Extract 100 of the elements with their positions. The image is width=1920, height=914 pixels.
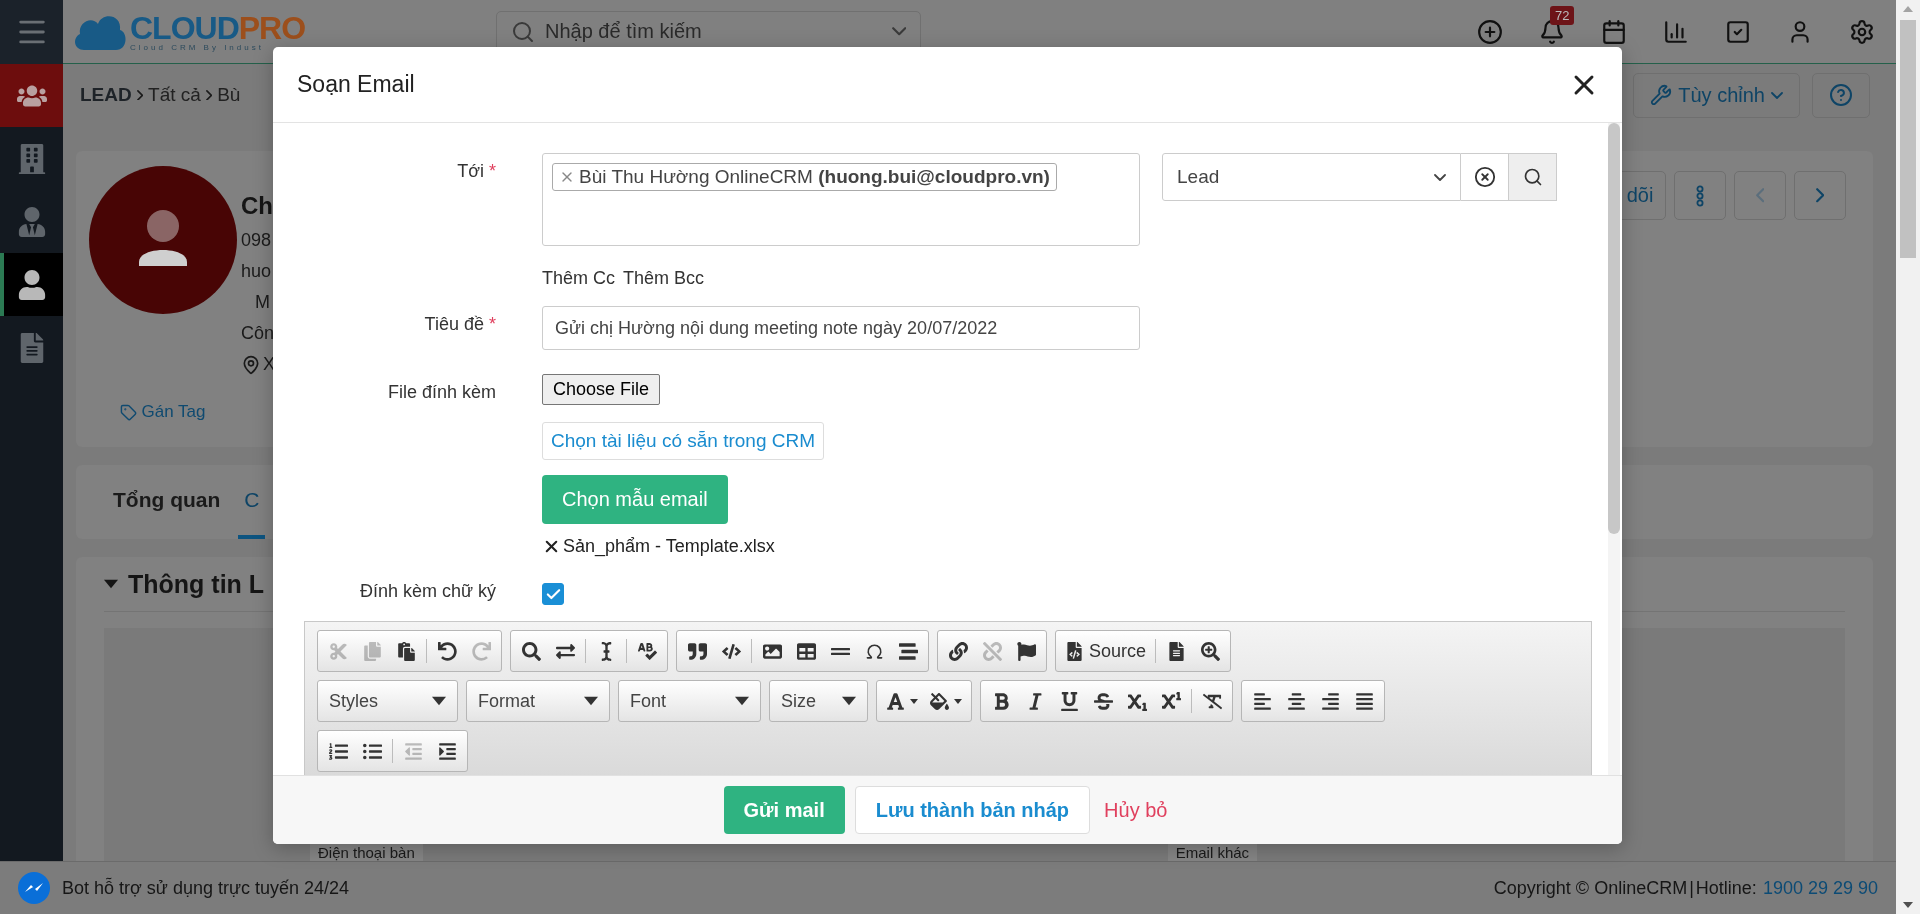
quote-icon <box>687 641 707 661</box>
field-label: File đính kèm <box>386 381 496 403</box>
cc-link[interactable]: Thêm Bcc <box>623 268 705 289</box>
choose-file-button[interactable]: Choose File <box>542 374 661 405</box>
chart-icon <box>1663 18 1689 45</box>
search-button[interactable] <box>1509 153 1557 201</box>
sidebar-item[interactable] <box>0 253 63 316</box>
chevron-left-icon <box>1755 188 1765 203</box>
bell-icon <box>1539 18 1565 45</box>
caret-icon <box>584 696 598 706</box>
toolbar-dropdown[interactable]: Format <box>470 682 606 720</box>
customize-button[interactable]: Tùy chỉnh <box>1633 72 1800 118</box>
crm-documents-button[interactable]: Chọn tài liệu có sẵn trong CRM <box>542 422 824 460</box>
field-label: Tới * <box>456 160 496 182</box>
tab[interactable]: Tổng quan <box>95 465 239 539</box>
paste-icon <box>396 641 416 661</box>
code-icon <box>721 641 741 661</box>
toolbar-dropdown[interactable]: Font <box>622 682 757 720</box>
chat-bot-text[interactable]: Bot hỗ trợ sử dụng trực tuyến 24/24 <box>62 877 350 899</box>
caret-icon <box>910 698 918 704</box>
map-pin-icon <box>241 354 261 375</box>
source-button[interactable]: Source <box>1059 634 1153 668</box>
redo-icon <box>471 641 491 661</box>
contact-name: Ch <box>241 192 274 220</box>
caret-icon[interactable] <box>104 579 118 589</box>
flag-icon <box>1016 641 1036 661</box>
contact-detail: Côn <box>241 323 275 344</box>
hotline-link[interactable]: 1900 29 29 90 <box>1762 877 1878 899</box>
spell-check-icon <box>637 641 657 661</box>
preview-icon <box>1200 641 1220 661</box>
align-left-icon <box>1252 691 1272 711</box>
field-label: Đính kèm chữ ký <box>358 580 496 602</box>
module-select[interactable]: Lead <box>1162 153 1461 201</box>
fill-color-icon <box>930 691 949 711</box>
template-button[interactable]: Chọn mẫu email <box>542 475 728 524</box>
breadcrumb-link[interactable]: Bù <box>217 84 241 106</box>
section-title: Thông tin L <box>128 569 265 599</box>
signature-checkbox[interactable] <box>542 583 564 605</box>
contact-detail: huo <box>241 261 273 282</box>
link-icon <box>948 641 968 661</box>
more-button[interactable] <box>1674 171 1726 220</box>
breadcrumb-link[interactable]: Tất cả <box>148 84 201 106</box>
user-icon <box>16 269 47 300</box>
subscript-icon <box>1127 691 1147 711</box>
align-center-icon <box>1286 691 1306 711</box>
hotline-label: Hotline: <box>1695 877 1757 899</box>
dialog-title: Soạn Email <box>297 71 415 98</box>
chevron-right-icon <box>205 89 213 101</box>
clear-icon <box>1473 166 1496 188</box>
settings-icon <box>1849 18 1875 45</box>
user-tie-icon <box>16 206 47 237</box>
chevron-right-icon <box>136 89 144 101</box>
messenger-icon[interactable] <box>18 872 50 904</box>
tag-icon <box>119 403 137 421</box>
help-button[interactable] <box>1812 72 1870 118</box>
search-icon <box>511 19 535 44</box>
superscript-icon <box>1161 691 1181 711</box>
caret-icon <box>954 698 962 704</box>
bullet-list-icon <box>362 741 382 761</box>
clear-format-icon <box>1202 691 1222 711</box>
chevron-right-icon <box>1815 188 1825 203</box>
scrollbar[interactable] <box>1608 123 1620 775</box>
calendar-icon <box>1601 18 1627 45</box>
save-draft-button[interactable]: Lưu thành bản nháp <box>854 786 1091 834</box>
contact-detail: M <box>254 292 271 313</box>
cancel-link[interactable]: Hủy bỏ <box>1100 786 1172 834</box>
clear-button[interactable] <box>1461 153 1509 201</box>
caret-icon <box>432 696 446 706</box>
chevron-down-icon <box>1434 173 1446 181</box>
breadcrumb-link[interactable]: LEAD <box>80 84 132 106</box>
cc-link[interactable]: Thêm Cc <box>542 268 615 289</box>
sidebar-item[interactable] <box>0 64 63 127</box>
contact-detail: 098 <box>241 230 273 251</box>
scrollbar[interactable] <box>1896 0 1920 914</box>
toolbar-dropdown[interactable]: Size <box>773 682 864 720</box>
send-button[interactable]: Gửi mail <box>723 786 845 834</box>
numbered-list-icon <box>328 741 348 761</box>
omega-icon <box>864 641 884 661</box>
field-label: Tiêu đề * <box>423 313 496 335</box>
copy-icon <box>362 641 382 661</box>
toolbar-dropdown[interactable]: Styles <box>321 682 454 720</box>
help-icon <box>1829 83 1853 107</box>
tab[interactable]: C <box>238 465 266 539</box>
strikethrough-icon <box>1093 691 1113 711</box>
recipient-tag[interactable]: Bùi Thu Hường OnlineCRM (huong.bui@cloudpro.vn) <box>552 163 1057 191</box>
caret-icon <box>735 696 749 706</box>
align-justify-icon <box>1354 691 1374 711</box>
attachment-name: Sản_phẩm - Template.xlsx <box>563 536 775 557</box>
underline-icon <box>1059 691 1079 711</box>
field-label: Điện thoại bàn <box>310 844 423 861</box>
outdent-icon <box>403 741 423 761</box>
cut-icon <box>328 641 348 661</box>
plus-circle-icon <box>1477 18 1503 45</box>
dots-icon <box>1696 184 1704 207</box>
copyright-text: Copyright © OnlineCRM <box>1493 877 1688 899</box>
recipient-field[interactable]: Bùi Thu Hường OnlineCRM (huong.bui@cloudpro.vn) <box>542 153 1140 246</box>
tag-link[interactable]: Gán Tag <box>119 402 206 422</box>
subject-field[interactable]: Gửi chị Hường nội dung meeting note ngày 20/07/2022 <box>542 306 1140 350</box>
wrench-icon <box>1650 84 1673 106</box>
search-icon <box>1522 167 1543 187</box>
